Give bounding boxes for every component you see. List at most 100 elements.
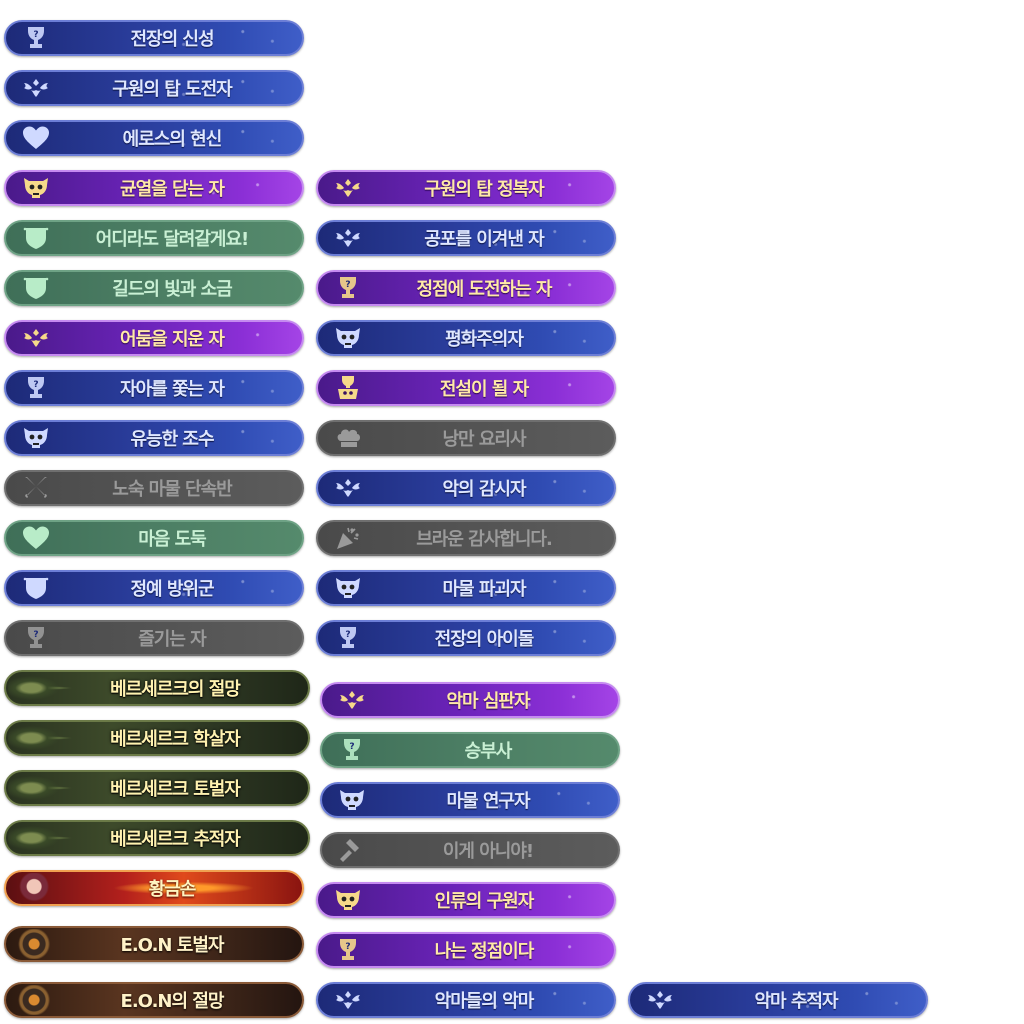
title-badge-label: 자아를 쫓는 자: [120, 379, 225, 400]
skull-icon: [20, 174, 52, 202]
party-popper-icon: [332, 524, 364, 552]
title-badge[interactable]: 정예 방위군: [4, 570, 304, 606]
heart-icon: [20, 524, 52, 552]
trophy-question-icon: ?: [332, 936, 364, 964]
title-badge-label: 길드의 빛과 소금: [112, 279, 232, 300]
crossed-swords-icon: [20, 474, 52, 502]
title-badge-label: 악마들의 악마: [434, 991, 535, 1012]
title-badge-label: 구원의 탑 정복자: [424, 179, 544, 200]
title-badge-label: 악마 심판자: [446, 691, 530, 712]
title-badge[interactable]: 균열을 닫는 자: [4, 170, 304, 206]
title-badge-label: 베르세르크 학살자: [110, 729, 241, 750]
title-badge[interactable]: 인류의 구원자: [316, 882, 616, 918]
title-badge-label: E.O.N의 절망: [120, 991, 225, 1012]
winged-emblem-icon: [332, 174, 364, 202]
skull-icon: [20, 424, 52, 452]
svg-text:?: ?: [345, 942, 350, 952]
trophy-question-icon: ?: [20, 24, 52, 52]
title-badge[interactable]: ? 전장의 아이돌: [316, 620, 616, 656]
title-badge-label: 어둠을 지운 자: [120, 329, 225, 350]
title-badge-label: 전설이 될 자: [439, 379, 529, 400]
title-badge[interactable]: 에로스의 현신: [4, 120, 304, 156]
trophy-question-icon: ?: [336, 736, 368, 764]
title-badge[interactable]: 전설이 될 자: [316, 370, 616, 406]
trophy-question-icon: ?: [332, 624, 364, 652]
title-badge[interactable]: 베르세르크 추적자: [4, 820, 310, 856]
title-badge-label: 공포를 이겨낸 자: [424, 229, 544, 250]
svg-text:?: ?: [33, 380, 38, 390]
title-badge-label: 정예 방위군: [130, 579, 214, 600]
title-badge[interactable]: E.O.N 토벌자: [4, 926, 304, 962]
title-badge-label: 이게 아니야!: [442, 841, 534, 862]
title-badge[interactable]: 마물 파괴자: [316, 570, 616, 606]
title-badge-label: 구원의 탑 도전자: [112, 79, 232, 100]
title-badge-label: 베르세르크 토벌자: [110, 779, 241, 800]
title-badge[interactable]: 유능한 조수: [4, 420, 304, 456]
hammer-icon: [336, 836, 368, 864]
svg-text:?: ?: [33, 30, 38, 40]
title-badge-label: 균열을 닫는 자: [120, 179, 225, 200]
winged-emblem-icon: [332, 986, 364, 1014]
title-badge[interactable]: 악마 심판자: [320, 682, 620, 718]
title-badge-label: 평화주의자: [445, 329, 524, 350]
title-badge[interactable]: 공포를 이겨낸 자: [316, 220, 616, 256]
title-badge-label: 전장의 신성: [130, 29, 214, 50]
title-badge[interactable]: ? 나는 정점이다: [316, 932, 616, 968]
title-badge[interactable]: 이게 아니야!: [320, 832, 620, 868]
svg-text:?: ?: [345, 280, 350, 290]
skull-icon: [336, 786, 368, 814]
title-badge[interactable]: 악마들의 악마: [316, 982, 616, 1018]
shield-icon: [20, 274, 52, 302]
svg-text:?: ?: [345, 630, 350, 640]
title-badge[interactable]: 낭만 요리사: [316, 420, 616, 456]
title-badge[interactable]: 악마 추적자: [628, 982, 928, 1018]
title-badge[interactable]: 구원의 탑 정복자: [316, 170, 616, 206]
winged-emblem-icon: [20, 324, 52, 352]
title-badge-label: 정점에 도전하는 자: [416, 279, 552, 300]
svg-text:?: ?: [349, 742, 354, 752]
title-badge-label: 에로스의 현신: [122, 129, 223, 150]
title-badge[interactable]: 어디라도 달려갈게요!: [4, 220, 304, 256]
title-badge[interactable]: 마음 도둑: [4, 520, 304, 556]
title-badge[interactable]: 노숙 마물 단속반: [4, 470, 304, 506]
trophy-question-icon: ?: [332, 274, 364, 302]
title-badge-label: 승부사: [464, 741, 513, 762]
title-badge-label: 악의 감시자: [442, 479, 526, 500]
title-badge-label: 베르세르크의 절망: [110, 679, 241, 700]
trophy-skull-icon: [332, 374, 364, 402]
title-badge[interactable]: 황금손: [4, 870, 304, 906]
title-badge-label: 나는 정점이다: [434, 941, 535, 962]
title-badge[interactable]: 어둠을 지운 자: [4, 320, 304, 356]
title-badge[interactable]: ? 자아를 쫓는 자: [4, 370, 304, 406]
skull-icon: [332, 324, 364, 352]
title-badge[interactable]: 평화주의자: [316, 320, 616, 356]
title-badge-label: 노숙 마물 단속반: [112, 479, 232, 500]
title-badge[interactable]: 베르세르크의 절망: [4, 670, 310, 706]
title-badge[interactable]: ? 즐기는 자: [4, 620, 304, 656]
title-badge[interactable]: ? 승부사: [320, 732, 620, 768]
skull-icon: [332, 886, 364, 914]
title-badge-label: 마물 파괴자: [442, 579, 526, 600]
heart-icon: [20, 124, 52, 152]
title-badge[interactable]: ? 전장의 신성: [4, 20, 304, 56]
svg-text:?: ?: [33, 630, 38, 640]
title-badge-label: 전장의 아이돌: [434, 629, 535, 650]
winged-emblem-icon: [332, 224, 364, 252]
shield-icon: [20, 224, 52, 252]
title-badge[interactable]: 마물 연구자: [320, 782, 620, 818]
winged-emblem-icon: [20, 74, 52, 102]
winged-emblem-icon: [332, 474, 364, 502]
trophy-question-icon: ?: [20, 624, 52, 652]
title-badge[interactable]: 길드의 빛과 소금: [4, 270, 304, 306]
title-badge[interactable]: 베르세르크 학살자: [4, 720, 310, 756]
title-badge[interactable]: 베르세르크 토벌자: [4, 770, 310, 806]
title-badge[interactable]: ? 정점에 도전하는 자: [316, 270, 616, 306]
title-badge-label: 마물 연구자: [446, 791, 530, 812]
title-badge-label: 낭만 요리사: [442, 429, 526, 450]
shield-icon: [20, 574, 52, 602]
trophy-question-icon: ?: [20, 374, 52, 402]
title-badge[interactable]: 악의 감시자: [316, 470, 616, 506]
title-badge[interactable]: 브라운 감사합니다.: [316, 520, 616, 556]
title-badge[interactable]: E.O.N의 절망: [4, 982, 304, 1018]
title-badge[interactable]: 구원의 탑 도전자: [4, 70, 304, 106]
